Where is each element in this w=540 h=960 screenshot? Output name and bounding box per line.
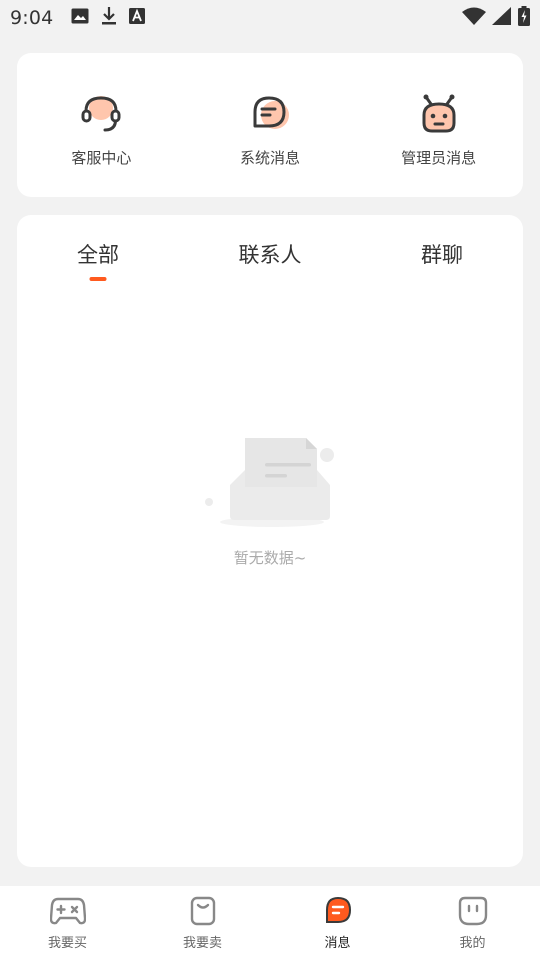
font-icon [129,8,146,28]
bottom-nav: 我要买 我要卖 消息 我的 [0,886,540,960]
gamepad-icon [49,897,86,925]
battery-charging-icon [518,6,530,30]
wifi-icon [462,7,486,29]
status-notification-icons [71,6,146,30]
status-system-icons [462,6,530,30]
download-icon [101,6,117,30]
nav-label-sell: 我要卖 [182,936,222,951]
quick-label-admin-messages: 管理员消息 [401,149,477,167]
signal-icon [492,7,512,29]
status-time: 9:04 [10,7,54,29]
quick-item-admin-messages[interactable]: 管理员消息 [354,53,523,197]
nav-buy[interactable]: 我要买 [0,886,135,960]
nav-sell[interactable]: 我要卖 [135,886,270,960]
quick-label-system-messages: 系统消息 [240,149,301,167]
quick-actions-card: 客服中心 系统消息 管理员消息 [17,53,523,197]
empty-document-icon [205,438,334,527]
nav-label-messages: 消息 [324,936,351,951]
profile-icon [458,896,487,926]
nav-messages[interactable]: 消息 [270,886,405,960]
quick-item-customer-service[interactable]: 客服中心 [17,53,186,197]
quick-item-system-messages[interactable]: 系统消息 [186,53,355,197]
quick-label-customer-service: 客服中心 [71,149,132,167]
message-tabs: 全部 联系人 群聊 [17,215,523,295]
tab-contacts[interactable]: 联系人 [239,239,302,269]
message-bubble-icon [253,96,289,129]
tab-group-chats[interactable]: 群聊 [421,239,463,269]
robot-icon [422,94,456,133]
bag-icon [190,896,215,926]
headset-icon [81,96,121,132]
message-list-card: 全部 联系人 群聊 暂无数据~ [17,215,523,867]
nav-label-buy: 我要买 [47,936,87,951]
tab-all[interactable]: 全部 [77,239,119,269]
nav-label-profile: 我的 [459,936,486,951]
nav-profile[interactable]: 我的 [405,886,540,960]
image-icon [71,8,89,28]
empty-state-text: 暂无数据~ [233,549,307,567]
message-icon [325,896,351,923]
status-bar: 9:04 [0,0,540,36]
